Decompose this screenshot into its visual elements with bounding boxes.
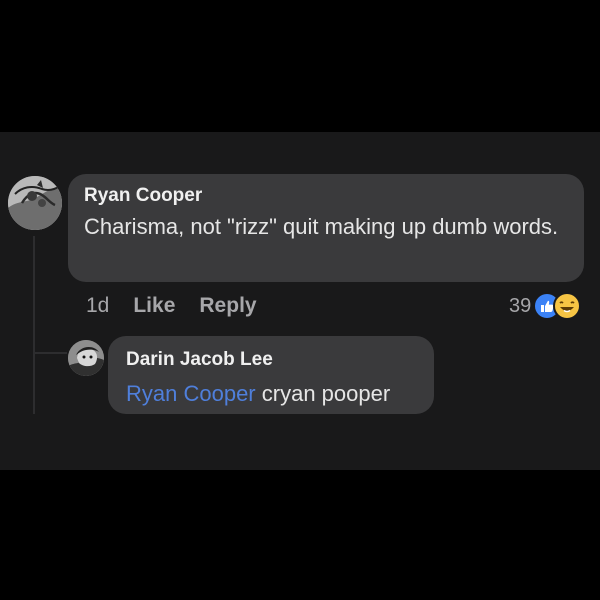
reply-body: cryan pooper [261, 381, 391, 406]
reply-author[interactable]: Darin Jacob Lee [126, 349, 273, 371]
haha-reaction-icon [553, 292, 582, 320]
mention-link[interactable]: Ryan Cooper [126, 381, 256, 406]
comment-time: 1d [86, 294, 110, 317]
thread-line [33, 236, 35, 414]
reply-text: Ryan Cooper cryan pooper [126, 378, 390, 409]
comment-author[interactable]: Ryan Cooper [84, 185, 202, 207]
reply-avatar[interactable] [68, 340, 104, 376]
thread-branch [33, 352, 67, 354]
reply-avatar-image [68, 340, 104, 376]
avatar[interactable] [8, 176, 62, 230]
reaction-icons [533, 292, 591, 320]
reply-bubble[interactable]: Darin Jacob Lee Ryan Cooper cryan pooper [108, 336, 434, 414]
reply-button[interactable]: Reply [199, 294, 256, 318]
comment-actions: 1d Like Reply [86, 292, 257, 320]
reaction-count: 39 [509, 294, 532, 317]
comment-bubble[interactable]: Ryan Cooper Charisma, not "rizz" quit ma… [68, 174, 584, 282]
avatar-image [8, 176, 62, 230]
like-button[interactable]: Like [133, 294, 175, 318]
reaction-summary[interactable]: 39 [509, 292, 591, 320]
comment-text: Charisma, not "rizz" quit making up dumb… [84, 214, 559, 239]
